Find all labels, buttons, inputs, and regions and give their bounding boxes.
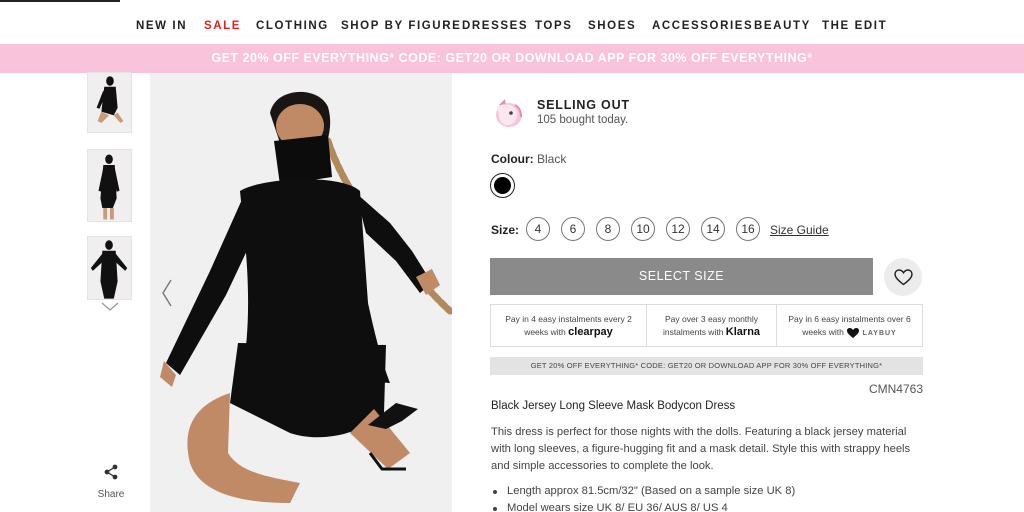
clearpay-logo: clearpay [568, 326, 613, 338]
klarna-line2-wrap: instalments with Klarna [647, 326, 776, 339]
laybuy-line2: weeks with [802, 327, 844, 337]
klarna-line1: Pay over 3 easy monthly [664, 314, 759, 324]
chevron-down-icon[interactable] [100, 301, 120, 313]
main-nav: NEW IN SALE CLOTHING SHOP BY FIGURE DRES… [0, 0, 1024, 44]
product-sku: CMN4763 [868, 382, 923, 396]
laybuy-logo: LAYBUY [862, 330, 897, 337]
clearpay-line2-wrap: weeks with clearpay [491, 326, 646, 339]
nav-tops[interactable]: TOPS [535, 20, 573, 32]
select-size-button[interactable]: SELECT SIZE [490, 258, 873, 295]
clearpay-line1: Pay in 4 easy instalments every 2 [505, 314, 632, 324]
product-details-list: Length approx 81.5cm/32" (Based on a sam… [491, 483, 921, 512]
payment-klarna[interactable]: Pay over 3 easy monthly instalments with… [646, 305, 776, 346]
thumbnail-image [88, 237, 131, 299]
size-option-16[interactable]: 16 [736, 217, 760, 241]
unicorn-icon [496, 99, 522, 127]
thumbnail-image [88, 73, 131, 132]
laybuy-line1: Pay in 6 easy instalments over 6 [788, 314, 911, 324]
product-description: This dress is perfect for those nights w… [491, 426, 911, 472]
nav-sale[interactable]: SALE [204, 20, 241, 32]
colour-label: Colour: [491, 152, 534, 166]
size-option-6[interactable]: 6 [561, 217, 585, 241]
size-guide-link[interactable]: Size Guide [770, 223, 829, 237]
nav-beauty[interactable]: BEAUTY [754, 20, 811, 32]
nav-accessories[interactable]: ACCESSORIES [652, 20, 753, 32]
nav-shoes[interactable]: SHOES [588, 20, 636, 32]
colour-swatch-black[interactable] [490, 173, 515, 198]
nav-dresses[interactable]: DRESSES [462, 20, 528, 32]
payment-laybuy[interactable]: Pay in 6 easy instalments over 6 weeks w… [776, 305, 922, 346]
promo-banner[interactable]: GET 20% OFF EVERYTHING* CODE: GET20 OR D… [0, 44, 1024, 73]
klarna-line2: instalments with [662, 327, 724, 337]
clearpay-line2: weeks with [524, 327, 566, 337]
size-option-12[interactable]: 12 [666, 217, 690, 241]
laybuy-heart-icon [847, 327, 860, 338]
payment-clearpay[interactable]: Pay in 4 easy instalments every 2 weeks … [491, 305, 646, 346]
nav-shop-by-figure[interactable]: SHOP BY FIGURE [341, 20, 461, 32]
gallery-thumbnail-3[interactable] [87, 236, 132, 300]
size-option-10[interactable]: 10 [631, 217, 655, 241]
heart-icon [894, 269, 913, 286]
chevron-left-icon[interactable] [160, 278, 174, 308]
bought-today-text: 105 bought today. [537, 114, 629, 126]
share-icon [104, 464, 118, 480]
share-label: Share [97, 489, 125, 500]
detail-length: Length approx 81.5cm/32" (Based on a sam… [491, 483, 921, 500]
share-button[interactable]: Share [95, 464, 127, 500]
size-option-4[interactable]: 4 [526, 217, 550, 241]
size-label: Size: [491, 223, 520, 237]
size-option-8[interactable]: 8 [596, 217, 620, 241]
klarna-logo: Klarna [725, 326, 761, 338]
colour-row: Colour: Black [491, 152, 566, 166]
gallery-thumbnail-2[interactable] [87, 149, 132, 222]
laybuy-line2-wrap: weeks with LAYBUY [777, 326, 922, 340]
wishlist-button[interactable] [884, 258, 922, 296]
nav-the-edit[interactable]: THE EDIT [822, 20, 887, 32]
detail-model-size: Model wears size UK 8/ EU 36/ AUS 8/ US … [491, 500, 921, 512]
size-option-14[interactable]: 14 [701, 217, 725, 241]
model-photo [150, 73, 452, 512]
nav-new-in[interactable]: NEW IN [136, 20, 187, 32]
thumbnail-image [88, 150, 131, 221]
payment-options: Pay in 4 easy instalments every 2 weeks … [490, 304, 923, 347]
gallery-thumbnail-1[interactable] [87, 72, 132, 133]
selling-out-title: SELLING OUT [537, 98, 630, 112]
product-title: Black Jersey Long Sleeve Mask Bodycon Dr… [491, 400, 736, 412]
nav-clothing[interactable]: CLOTHING [256, 20, 329, 32]
promo-strip-small: GET 20% OFF EVERYTHING* CODE: GET20 OR D… [490, 357, 923, 375]
colour-value: Black [537, 152, 567, 166]
product-main-image[interactable] [150, 73, 452, 512]
swatch-fill [494, 177, 511, 194]
